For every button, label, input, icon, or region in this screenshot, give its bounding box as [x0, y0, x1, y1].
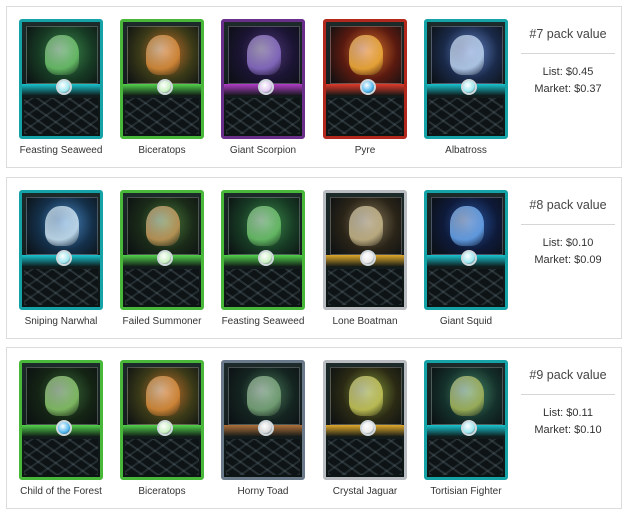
card-name: Giant Scorpion: [229, 145, 297, 156]
card-name: Failed Summoner: [122, 316, 202, 327]
card-image: [424, 360, 508, 480]
card-image: [120, 360, 204, 480]
pack-9-panel: Child of the Forest Biceratops Horny Toa…: [6, 347, 622, 509]
card-lone-boatman[interactable]: Lone Boatman: [321, 190, 409, 327]
card-name: Horny Toad: [237, 486, 289, 497]
pack-7-panel: Feasting Seaweed Biceratops Giant Scorpi…: [6, 6, 622, 168]
card-crystal-jaguar[interactable]: Crystal Jaguar: [321, 360, 409, 497]
card-name: Feasting Seaweed: [19, 145, 103, 156]
card-giant-scorpion[interactable]: Giant Scorpion: [219, 19, 307, 156]
card-name: Crystal Jaguar: [332, 486, 398, 497]
card-name: Pyre: [354, 145, 376, 156]
card-image: [19, 19, 103, 139]
pack-value-title: #7 pack value: [529, 27, 607, 41]
card-giant-squid[interactable]: Giant Squid: [422, 190, 510, 327]
pack-value-panel: #7 pack value List: $0.45 Market: $0.37: [521, 27, 615, 98]
list-price: List: $0.10: [542, 237, 594, 249]
card-image: [424, 19, 508, 139]
list-price: List: $0.11: [543, 407, 593, 419]
card-name: Sniping Narwhal: [24, 316, 98, 327]
card-name: Albatross: [445, 145, 487, 156]
divider: [521, 53, 615, 54]
card-feasting-seaweed[interactable]: Feasting Seaweed: [17, 19, 105, 156]
list-price: List: $0.45: [542, 66, 594, 78]
divider: [521, 224, 615, 225]
pack-8-panel: Sniping Narwhal Failed Summoner Feasting…: [6, 177, 622, 339]
card-biceratops[interactable]: Biceratops: [118, 360, 206, 497]
card-image: [19, 190, 103, 310]
card-image: [120, 190, 204, 310]
pack-value-panel: #8 pack value List: $0.10 Market: $0.09: [521, 198, 615, 269]
card-image: [323, 360, 407, 480]
card-name: Tortisian Fighter: [430, 486, 502, 497]
card-image: [323, 19, 407, 139]
card-child-of-the-forest[interactable]: Child of the Forest: [17, 360, 105, 497]
card-horny-toad[interactable]: Horny Toad: [219, 360, 307, 497]
card-pyre[interactable]: Pyre: [321, 19, 409, 156]
card-tortisian-fighter[interactable]: Tortisian Fighter: [422, 360, 510, 497]
card-feasting-seaweed[interactable]: Feasting Seaweed: [219, 190, 307, 327]
market-price: Market: $0.09: [534, 254, 602, 266]
divider: [521, 394, 615, 395]
card-image: [120, 19, 204, 139]
card-albatross[interactable]: Albatross: [422, 19, 510, 156]
card-image: [323, 190, 407, 310]
pack-value-title: #9 pack value: [529, 368, 607, 382]
card-image: [221, 190, 305, 310]
card-sniping-narwhal[interactable]: Sniping Narwhal: [17, 190, 105, 327]
card-name: Lone Boatman: [332, 316, 398, 327]
card-image: [19, 360, 103, 480]
pack-value-title: #8 pack value: [529, 198, 607, 212]
card-image: [424, 190, 508, 310]
card-name: Child of the Forest: [20, 486, 102, 497]
card-biceratops[interactable]: Biceratops: [118, 19, 206, 156]
card-name: Biceratops: [138, 145, 186, 156]
pack-value-panel: #9 pack value List: $0.11 Market: $0.10: [521, 368, 615, 439]
card-name: Feasting Seaweed: [221, 316, 305, 327]
market-price: Market: $0.37: [534, 83, 602, 95]
card-name: Giant Squid: [439, 316, 493, 327]
card-failed-summoner[interactable]: Failed Summoner: [118, 190, 206, 327]
card-image: [221, 19, 305, 139]
market-price: Market: $0.10: [534, 424, 602, 436]
card-name: Biceratops: [138, 486, 186, 497]
card-image: [221, 360, 305, 480]
